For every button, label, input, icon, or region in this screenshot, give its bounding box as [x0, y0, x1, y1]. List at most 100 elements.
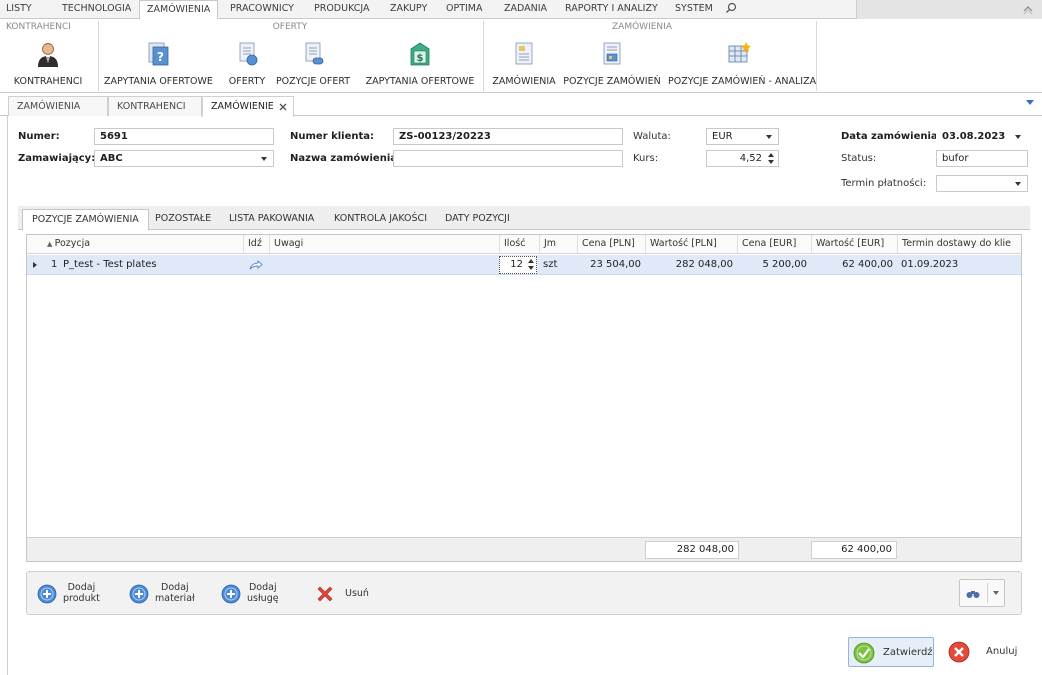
- cell-uwagi[interactable]: [269, 255, 499, 275]
- menu-right-area: [856, 0, 1042, 19]
- ribbon-zamowienia-button[interactable]: ZAMÓWIENIA: [490, 41, 558, 91]
- offers-document-icon: [239, 42, 258, 66]
- cell-idz[interactable]: [245, 255, 269, 275]
- kurs-spinner[interactable]: 4,52: [706, 150, 779, 167]
- add-product-button[interactable]: Dodaj produkt: [37, 580, 117, 608]
- go-to-arrow-icon[interactable]: [249, 260, 263, 270]
- data-zamowienia-combo[interactable]: 03.08.2023: [936, 128, 1028, 145]
- numer-label: Numer:: [18, 131, 60, 142]
- status-label: Status:: [841, 153, 877, 164]
- ribbon-pozycje-ofert-label: POZYCJE OFERT: [275, 76, 351, 87]
- menu-item-zamowienia[interactable]: ZAMÓWIENIA: [139, 0, 219, 20]
- menu-item-technologia[interactable]: TECHNOLOGIA: [62, 0, 131, 19]
- column-header-wartosc-eur[interactable]: Wartość [EUR]: [811, 235, 897, 254]
- nazwa-zamowienia-field[interactable]: [393, 150, 623, 167]
- tab-kontrola-jakosci[interactable]: KONTROLA JAKOŚCI: [325, 209, 436, 230]
- qty-spin-arrows-icon[interactable]: [528, 259, 535, 271]
- menu-item-zadania[interactable]: ZADANIA: [504, 0, 547, 19]
- ribbon-kontrahenci-button[interactable]: KONTRAHENCI: [8, 41, 88, 91]
- orders-document-icon: [515, 42, 533, 65]
- ribbon-group-kontrahenci-title: KONTRAHENCI: [6, 22, 71, 32]
- column-header-jm[interactable]: Jm: [539, 235, 577, 254]
- item-actions-panel: Dodaj produkt Dodaj materiał Dodaj usługę U…: [26, 571, 1022, 615]
- collapse-ribbon-icon[interactable]: [1022, 3, 1034, 15]
- ribbon-pozycje-ofert-button[interactable]: POZYCJE OFERT: [272, 41, 354, 91]
- tabs-dropdown-icon[interactable]: [1026, 100, 1034, 105]
- chevron-down-icon[interactable]: [261, 157, 267, 161]
- spin-arrows-icon[interactable]: [768, 153, 775, 165]
- cell-pozycja[interactable]: P_test - Test plates: [59, 255, 243, 275]
- column-header-idz[interactable]: Idź: [243, 235, 269, 254]
- tab-pozycje-zamowienia[interactable]: POZYCJE ZAMÓWIENIA: [22, 209, 149, 231]
- search-icon[interactable]: [725, 2, 737, 14]
- ribbon-pozycje-zamowien-analiza-button[interactable]: POZYCJE ZAMÓWIEŃ - ANALIZA: [668, 41, 816, 91]
- menu-item-optima[interactable]: OPTIMA: [446, 0, 483, 19]
- column-header-termin-dostawy[interactable]: Termin dostawy do klie...: [897, 235, 1011, 254]
- close-tab-icon[interactable]: [279, 103, 287, 111]
- column-header-wartosc-pln[interactable]: Wartość [PLN]: [645, 235, 737, 254]
- ribbon-zapytania-ofertowe-2-button[interactable]: $ ZAPYTANIA OFERTOWE: [365, 41, 475, 91]
- cell-wartosc-pln[interactable]: 282 048,00: [645, 255, 737, 275]
- ribbon-group-zamowienia-title: ZAMÓWIENIA: [612, 22, 672, 32]
- chevron-down-icon[interactable]: [1015, 182, 1021, 186]
- menu-item-zakupy[interactable]: ZAKUPY: [390, 0, 427, 19]
- termin-platnosci-combo[interactable]: [936, 175, 1028, 192]
- add-circle-icon: [129, 584, 149, 604]
- analysis-grid-icon: [728, 42, 751, 63]
- numer-klienta-field[interactable]: ZS-00123/20223: [393, 128, 623, 145]
- cell-cena-pln[interactable]: 23 504,00: [577, 255, 645, 275]
- ribbon-zapytania-ofertowe-button[interactable]: ? ZAPYTANIA OFERTOWE: [104, 41, 213, 91]
- menu-item-raporty[interactable]: RAPORTY I ANALIZY: [565, 0, 658, 19]
- ribbon-oferty-button[interactable]: OFERTY: [226, 41, 268, 91]
- tab-lista-pakowania[interactable]: LISTA PAKOWANIA: [220, 209, 323, 230]
- menu-item-system[interactable]: SYSTEM: [675, 0, 713, 19]
- cell-cena-eur[interactable]: 5 200,00: [737, 255, 811, 275]
- cell-jm[interactable]: szt: [539, 255, 561, 275]
- column-header-ilosc[interactable]: Ilość: [499, 235, 539, 254]
- waluta-combo[interactable]: EUR: [706, 128, 779, 145]
- add-service-button[interactable]: Dodaj usługę: [221, 580, 301, 608]
- find-button[interactable]: [959, 579, 1005, 607]
- binoculars-icon: [966, 591, 980, 598]
- add-service-label: Dodaj usługę: [247, 582, 279, 604]
- menu-item-produkcja[interactable]: PRODUKCJA: [314, 0, 370, 19]
- confirm-button[interactable]: Zatwierdź: [848, 637, 934, 667]
- numer-field[interactable]: 5691: [94, 128, 274, 145]
- zamawiajacy-combo[interactable]: ABC: [94, 150, 274, 167]
- contact-person-icon: [38, 43, 58, 67]
- tab-pozostale[interactable]: POZOSTAŁE: [146, 209, 220, 230]
- ribbon-pozycje-zamowien-label: POZYCJE ZAMÓWIEŃ: [563, 76, 661, 87]
- chevron-down-icon[interactable]: [993, 591, 999, 595]
- tab-daty-pozycji[interactable]: DATY POZYCJI: [436, 209, 519, 230]
- column-header-pozycja[interactable]: ▲ Pozycja: [43, 235, 243, 254]
- ribbon-pozycje-zamowien-button[interactable]: POZYCJE ZAMÓWIEŃ: [562, 41, 662, 91]
- cell-termin-dostawy[interactable]: 01.09.2023: [897, 255, 1011, 275]
- column-header-cena-pln[interactable]: Cena [PLN]: [577, 235, 645, 254]
- status-field[interactable]: bufor: [936, 150, 1028, 167]
- doc-tab-zamowienia-label: ZAMÓWIENIA: [17, 101, 81, 112]
- menu-item-pracownicy[interactable]: PRACOWNICY: [230, 0, 294, 19]
- table-row[interactable]: 1 P_test - Test plates 12 szt 23 504,00 …: [27, 255, 1021, 275]
- cell-ilosc-value: 12: [510, 259, 523, 270]
- chevron-down-icon[interactable]: [1015, 135, 1021, 139]
- add-circle-icon: [221, 584, 241, 604]
- doc-tab-zamowienia[interactable]: ZAMÓWIENIA: [8, 96, 108, 116]
- ribbon-separator: [483, 21, 484, 91]
- column-header-uwagi[interactable]: Uwagi: [269, 235, 499, 254]
- ribbon-separator: [98, 21, 99, 91]
- delete-button[interactable]: Usuń: [315, 580, 385, 608]
- add-material-button[interactable]: Dodaj materiał: [129, 580, 209, 608]
- waluta-label: Waluta:: [633, 131, 671, 142]
- waluta-value: EUR: [712, 131, 733, 142]
- cancel-button[interactable]: Anuluj: [944, 637, 1030, 667]
- add-product-label-line1: Dodaj: [67, 582, 96, 593]
- order-items-grid: ▲ Pozycja Idź Uwagi Ilość Jm Cena [PLN] …: [26, 234, 1022, 562]
- data-zamowienia-value: 03.08.2023: [942, 131, 1006, 142]
- order-detail-tabs: POZYCJE ZAMÓWIENIA POZOSTAŁE LISTA PAKOW…: [18, 206, 1030, 231]
- doc-tab-zamowienie[interactable]: ZAMÓWIENIE: [202, 96, 294, 117]
- column-header-cena-eur[interactable]: Cena [EUR]: [737, 235, 811, 254]
- menu-item-listy[interactable]: LISTY: [6, 0, 32, 19]
- cell-wartosc-eur[interactable]: 62 400,00: [811, 255, 897, 275]
- doc-tab-kontrahenci[interactable]: KONTRAHENCI: [108, 96, 202, 116]
- chevron-down-icon[interactable]: [766, 135, 772, 139]
